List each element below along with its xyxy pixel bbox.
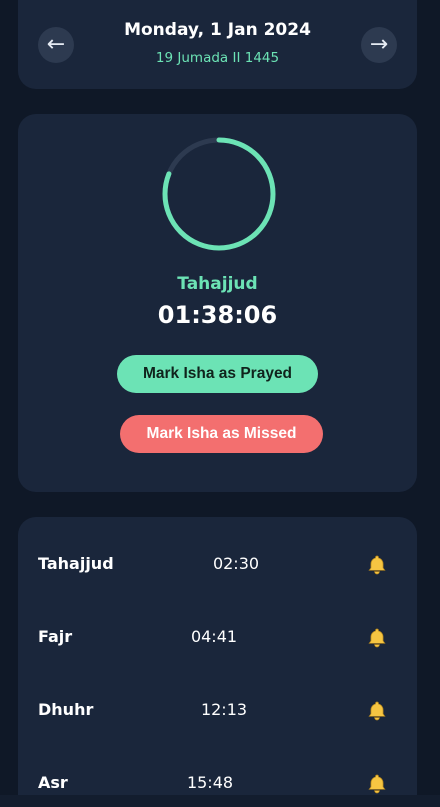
prayer-row-tahajjud: Tahajjud 02:30 (18, 545, 417, 585)
prayer-row-dhuhr: Dhuhr 12:13 (18, 691, 417, 731)
current-prayer-name: Tahajjud (177, 274, 258, 294)
progress-ring (162, 137, 276, 251)
next-day-button[interactable]: → (361, 27, 397, 63)
prayer-list: Tahajjud 02:30 Fajr 04:41 Dhuhr 12:13 As… (18, 517, 417, 807)
prayer-row-name: Asr (38, 773, 68, 792)
bell-icon[interactable] (366, 553, 388, 577)
prayer-row-name: Tahajjud (38, 554, 114, 573)
mark-prayed-button[interactable]: Mark Isha as Prayed (117, 355, 318, 393)
prayer-row-name: Fajr (38, 627, 73, 646)
prayer-row-name: Dhuhr (38, 700, 94, 719)
right-arrow-icon: → (369, 32, 389, 57)
countdown-timer: 01:38:06 (157, 301, 278, 329)
date-header: ← Monday, 1 Jan 2024 19 Jumada II 1445 → (18, 0, 417, 89)
prayer-row-time: 12:13 (200, 700, 248, 719)
prayer-row-time: 15:48 (186, 773, 234, 792)
bell-icon[interactable] (366, 699, 388, 723)
countdown-card: Tahajjud 01:38:06 Mark Isha as Prayed Ma… (18, 114, 417, 492)
bottom-bar (0, 795, 440, 807)
gregorian-date: Monday, 1 Jan 2024 (124, 20, 311, 40)
bell-icon[interactable] (366, 626, 388, 650)
prayer-times-page: ← Monday, 1 Jan 2024 19 Jumada II 1445 →… (0, 0, 440, 807)
mark-missed-button[interactable]: Mark Isha as Missed (120, 415, 323, 453)
prayer-row-fajr: Fajr 04:41 (18, 618, 417, 658)
prayer-row-time: 02:30 (212, 554, 260, 573)
hijri-date: 19 Jumada II 1445 (155, 50, 280, 66)
prayer-row-time: 04:41 (190, 627, 238, 646)
bell-icon[interactable] (366, 772, 388, 796)
